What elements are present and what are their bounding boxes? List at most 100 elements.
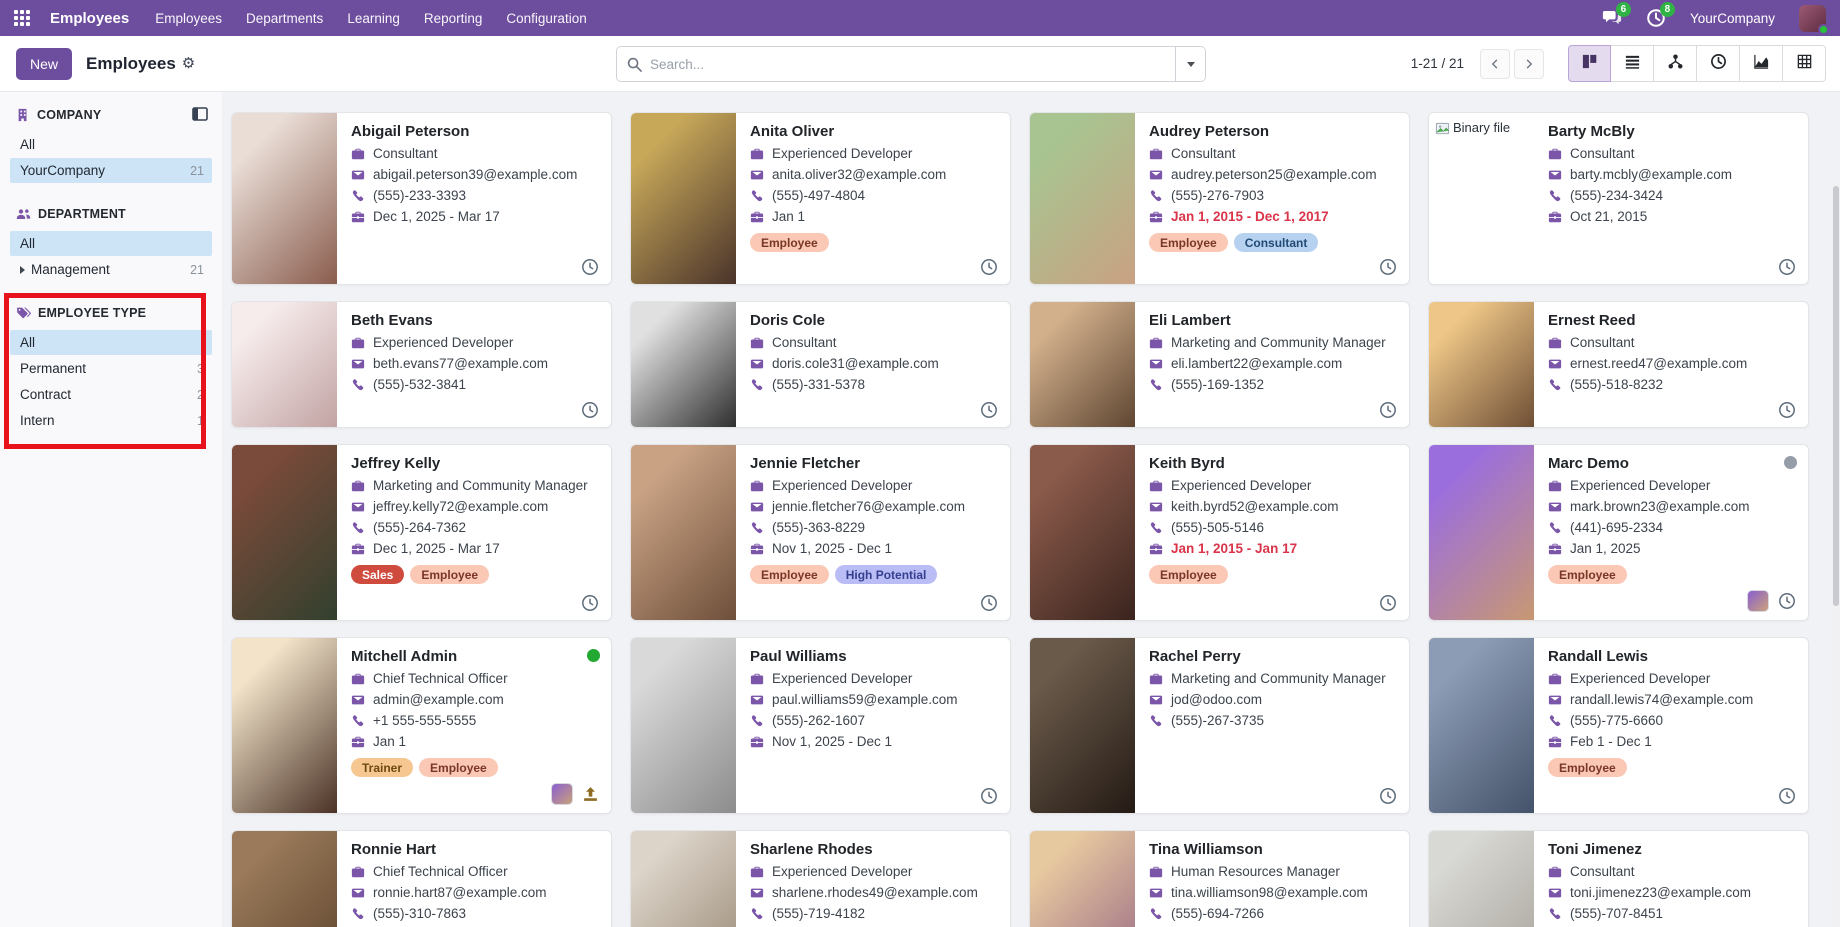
activity-clock-icon[interactable] xyxy=(581,401,599,419)
company-switcher[interactable]: YourCompany xyxy=(1690,11,1775,26)
view-switch-graph[interactable] xyxy=(1740,45,1783,82)
employee-phone[interactable]: (555)-234-3424 xyxy=(1570,185,1663,206)
employee-phone[interactable]: (441)-695-2334 xyxy=(1570,517,1663,538)
view-switch-activity[interactable] xyxy=(1697,45,1740,82)
employee-card[interactable]: Audrey Peterson Consultant audrey.peters… xyxy=(1029,112,1410,285)
activity-clock-icon[interactable] xyxy=(1778,401,1796,419)
employee-card[interactable]: Paul Williams Experienced Developer paul… xyxy=(630,637,1011,814)
employee-card[interactable]: Toni Jimenez Consultant toni.jimenez23@e… xyxy=(1428,830,1809,927)
employee-card[interactable]: Marc Demo Experienced Developer mark.bro… xyxy=(1428,444,1809,621)
employee-email[interactable]: admin@example.com xyxy=(373,689,504,710)
employee-email[interactable]: jod@odoo.com xyxy=(1171,689,1262,710)
employee-phone[interactable]: (555)-363-8229 xyxy=(772,517,865,538)
filter-company-yourcompany[interactable]: YourCompany21 xyxy=(10,158,212,183)
search-dropdown-toggle[interactable] xyxy=(1175,47,1205,81)
employee-email[interactable]: eli.lambert22@example.com xyxy=(1171,353,1342,374)
employee-phone[interactable]: (555)-505-5146 xyxy=(1171,517,1264,538)
scrollbar[interactable] xyxy=(1832,184,1840,927)
employee-card[interactable]: Ernest Reed Consultant ernest.reed47@exa… xyxy=(1428,301,1809,428)
employee-card[interactable]: Rachel Perry Marketing and Community Man… xyxy=(1029,637,1410,814)
employee-phone[interactable]: (555)-719-4182 xyxy=(772,903,865,924)
employee-phone[interactable]: (555)-518-8232 xyxy=(1570,374,1663,395)
employee-phone[interactable]: (555)-169-1352 xyxy=(1171,374,1264,395)
employee-email[interactable]: ronnie.hart87@example.com xyxy=(373,882,547,903)
view-switch-pivot[interactable] xyxy=(1783,45,1826,82)
employee-phone[interactable]: (555)-694-7266 xyxy=(1171,903,1264,924)
activity-clock-icon[interactable] xyxy=(980,258,998,276)
activity-clock-icon[interactable] xyxy=(581,594,599,612)
nav-menu-configuration[interactable]: Configuration xyxy=(506,11,586,26)
employee-phone[interactable]: (555)-775-6660 xyxy=(1570,710,1663,731)
nav-menu-reporting[interactable]: Reporting xyxy=(424,11,483,26)
activity-clock-icon[interactable] xyxy=(1379,594,1397,612)
employee-email[interactable]: abigail.peterson39@example.com xyxy=(373,164,577,185)
expand-caret-icon[interactable] xyxy=(20,266,25,274)
user-avatar[interactable] xyxy=(1799,5,1826,32)
filter-employee-type-all[interactable]: All xyxy=(10,330,212,355)
search-input[interactable] xyxy=(650,57,1175,72)
activity-clock-icon[interactable] xyxy=(581,258,599,276)
pager-next-button[interactable] xyxy=(1514,49,1544,79)
filter-employee-type-contract[interactable]: Contract2 xyxy=(10,382,212,407)
employee-card[interactable]: Binary file Barty McBly Consultant barty… xyxy=(1428,112,1809,285)
new-button[interactable]: New xyxy=(16,48,72,80)
employee-card[interactable]: Jennie Fletcher Experienced Developer je… xyxy=(630,444,1011,621)
employee-email[interactable]: audrey.peterson25@example.com xyxy=(1171,164,1377,185)
pager-prev-button[interactable] xyxy=(1480,49,1510,79)
employee-card[interactable]: Mitchell Admin Chief Technical Officer a… xyxy=(231,637,612,814)
employee-email[interactable]: ernest.reed47@example.com xyxy=(1570,353,1747,374)
employee-phone[interactable]: (555)-707-8451 xyxy=(1570,903,1663,924)
apps-grid-icon[interactable] xyxy=(14,10,30,26)
activity-clock-icon[interactable] xyxy=(1778,787,1796,805)
employee-card[interactable]: Randall Lewis Experienced Developer rand… xyxy=(1428,637,1809,814)
employee-card[interactable]: Anita Oliver Experienced Developer anita… xyxy=(630,112,1011,285)
filter-department-all[interactable]: All xyxy=(10,231,212,256)
messages-icon[interactable]: 6 xyxy=(1602,8,1622,28)
employee-card[interactable]: Doris Cole Consultant doris.cole31@examp… xyxy=(630,301,1011,428)
employee-phone[interactable]: (555)-276-7903 xyxy=(1171,185,1264,206)
activity-clock-icon[interactable] xyxy=(1778,592,1796,610)
employee-card[interactable]: Jeffrey Kelly Marketing and Community Ma… xyxy=(231,444,612,621)
employee-card[interactable]: Beth Evans Experienced Developer beth.ev… xyxy=(231,301,612,428)
view-switch-kanban[interactable] xyxy=(1568,45,1611,82)
employee-card[interactable]: Abigail Peterson Consultant abigail.pete… xyxy=(231,112,612,285)
employee-email[interactable]: randall.lewis74@example.com xyxy=(1570,689,1753,710)
activity-clock-icon[interactable] xyxy=(980,787,998,805)
employee-email[interactable]: mark.brown23@example.com xyxy=(1570,496,1750,517)
nav-menu-departments[interactable]: Departments xyxy=(246,11,323,26)
filter-company-all[interactable]: All xyxy=(10,132,212,157)
employee-phone[interactable]: (555)-331-5378 xyxy=(772,374,865,395)
view-switch-list[interactable] xyxy=(1611,45,1654,82)
activity-clock-icon[interactable] xyxy=(1379,258,1397,276)
employee-card[interactable]: Keith Byrd Experienced Developer keith.b… xyxy=(1029,444,1410,621)
employee-card[interactable]: Tina Williamson Human Resources Manager … xyxy=(1029,830,1410,927)
filter-employee-type-intern[interactable]: Intern1 xyxy=(10,408,212,433)
view-switch-hierarchy[interactable] xyxy=(1654,45,1697,82)
employee-card[interactable]: Eli Lambert Marketing and Community Mana… xyxy=(1029,301,1410,428)
employee-email[interactable]: anita.oliver32@example.com xyxy=(772,164,946,185)
manager-avatar[interactable] xyxy=(1747,590,1769,612)
activity-clock-icon[interactable] xyxy=(980,401,998,419)
employee-card[interactable]: Ronnie Hart Chief Technical Officer ronn… xyxy=(231,830,612,927)
employee-email[interactable]: beth.evans77@example.com xyxy=(373,353,548,374)
activity-clock-icon[interactable] xyxy=(1379,401,1397,419)
activity-clock-icon[interactable] xyxy=(1379,787,1397,805)
employee-phone[interactable]: (555)-233-3393 xyxy=(373,185,466,206)
employee-phone[interactable]: (555)-532-3841 xyxy=(373,374,466,395)
employee-email[interactable]: sharlene.rhodes49@example.com xyxy=(772,882,978,903)
filter-department-management[interactable]: Management21 xyxy=(10,257,212,282)
employee-email[interactable]: doris.cole31@example.com xyxy=(772,353,939,374)
manager-avatar[interactable] xyxy=(551,783,573,805)
employee-phone[interactable]: (555)-310-7863 xyxy=(373,903,466,924)
employee-email[interactable]: jeffrey.kelly72@example.com xyxy=(373,496,548,517)
employee-email[interactable]: paul.williams59@example.com xyxy=(772,689,958,710)
employee-phone[interactable]: (555)-262-1607 xyxy=(772,710,865,731)
filter-employee-type-permanent[interactable]: Permanent3 xyxy=(10,356,212,381)
nav-menu-employees[interactable]: Employees xyxy=(155,11,222,26)
employee-card[interactable]: Sharlene Rhodes Experienced Developer sh… xyxy=(630,830,1011,927)
activities-icon[interactable]: 8 xyxy=(1646,8,1666,28)
employee-email[interactable]: tina.williamson98@example.com xyxy=(1171,882,1368,903)
employee-phone[interactable]: (555)-497-4804 xyxy=(772,185,865,206)
employee-email[interactable]: jennie.fletcher76@example.com xyxy=(772,496,965,517)
employee-email[interactable]: barty.mcbly@example.com xyxy=(1570,164,1732,185)
